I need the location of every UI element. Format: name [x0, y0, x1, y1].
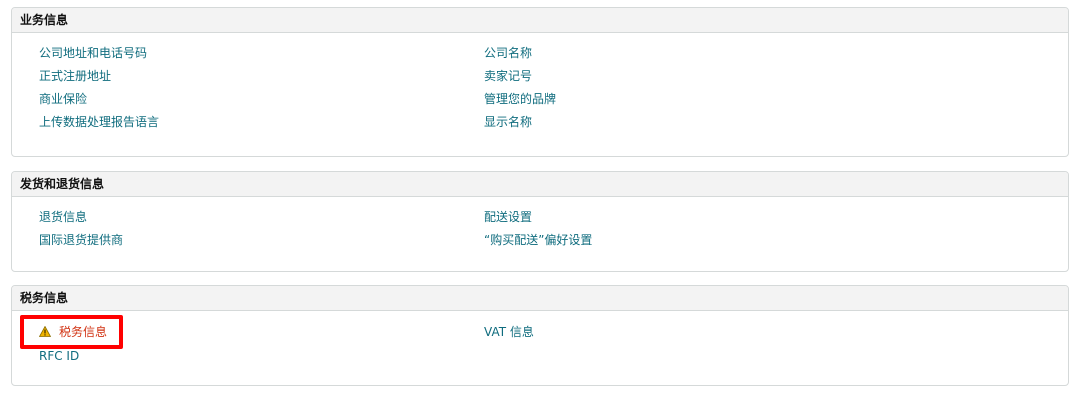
vat-info-link[interactable]: VAT 信息 — [484, 324, 534, 340]
seller-settings-page: 业务信息 公司地址和电话号码 正式注册地址 商业保险 上传数据处理报告语言 公司… — [0, 0, 1080, 398]
business-info-header: 业务信息 — [12, 8, 1068, 33]
manage-brand-link[interactable]: 管理您的品牌 — [484, 91, 556, 107]
company-name-link[interactable]: 公司名称 — [484, 45, 532, 61]
tax-info-link[interactable]: 税务信息 — [39, 324, 107, 340]
shipping-returns-panel: 发货和退货信息 退货信息 国际退货提供商 配送设置 “购买配送”偏好设置 — [11, 171, 1069, 272]
official-registered-address-link[interactable]: 正式注册地址 — [39, 68, 111, 84]
tax-info-label: 税务信息 — [59, 325, 108, 339]
intl-returns-provider-link[interactable]: 国际退货提供商 — [39, 232, 123, 248]
business-insurance-link[interactable]: 商业保险 — [39, 91, 87, 107]
return-info-link[interactable]: 退货信息 — [39, 209, 87, 225]
buy-shipping-preferences-link[interactable]: “购买配送”偏好设置 — [484, 232, 592, 248]
rfc-id-link[interactable]: RFC ID — [39, 348, 79, 364]
shipping-settings-link[interactable]: 配送设置 — [484, 209, 532, 225]
business-info-panel: 业务信息 公司地址和电话号码 正式注册地址 商业保险 上传数据处理报告语言 公司… — [11, 7, 1069, 157]
seller-token-link[interactable]: 卖家记号 — [484, 68, 532, 84]
display-name-link[interactable]: 显示名称 — [484, 114, 532, 130]
data-report-language-link[interactable]: 上传数据处理报告语言 — [39, 114, 159, 130]
company-address-phone-link[interactable]: 公司地址和电话号码 — [39, 45, 147, 61]
tax-info-panel: 税务信息 税务信息 RFC ID VAT 信息 — [11, 285, 1069, 386]
shipping-returns-header: 发货和退货信息 — [12, 172, 1068, 197]
tax-info-header: 税务信息 — [12, 286, 1068, 311]
warning-icon — [39, 326, 51, 337]
